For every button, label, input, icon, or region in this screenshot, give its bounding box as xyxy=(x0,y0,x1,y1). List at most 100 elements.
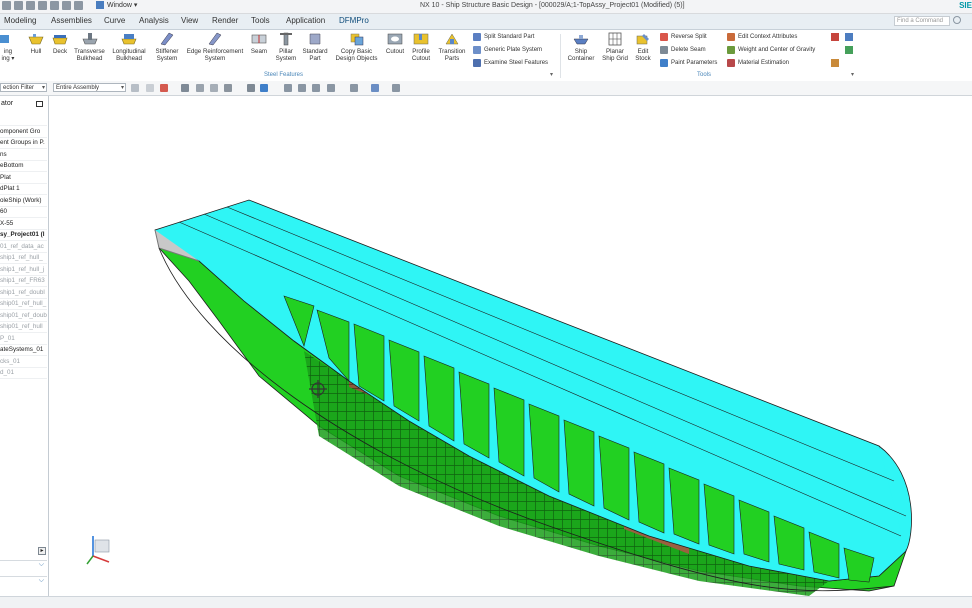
render-style-icon[interactable] xyxy=(350,84,358,92)
steel-features-expand-icon[interactable]: ▾ xyxy=(550,71,553,78)
split-standard-part-button[interactable]: Split Standard Part xyxy=(473,33,534,41)
view-3-icon[interactable] xyxy=(312,84,320,92)
pillar-system-button[interactable]: Pillar System xyxy=(273,32,299,62)
navigator-node[interactable]: sy_Project01 (I xyxy=(0,229,47,241)
examine-steel-features-button[interactable]: Examine Steel Features xyxy=(473,59,548,67)
window-menu[interactable]: Window ▾ xyxy=(96,1,137,10)
planar-ship-grid-button[interactable]: Planar Ship Grid xyxy=(599,32,631,62)
chevron-down-icon[interactable]: ⌵ xyxy=(39,577,44,585)
search-icon[interactable] xyxy=(953,16,961,24)
find-command-input[interactable]: Find a Command xyxy=(894,16,950,26)
paint-parameters-button[interactable]: Paint Parameters xyxy=(660,59,717,67)
edit-context-attributes-button[interactable]: Edit Context Attributes xyxy=(727,33,797,41)
navigator-node[interactable]: ship01_ref_doub xyxy=(0,310,47,322)
navigator-node[interactable]: cks_01 xyxy=(0,356,47,368)
tab-dfmpro[interactable]: DFMPro xyxy=(339,16,369,25)
weight-center-gravity-button[interactable]: Weight and Center of Gravity xyxy=(727,46,815,54)
extra-tool-3-icon[interactable] xyxy=(845,46,853,56)
selection-filter-dropdown[interactable]: ection Filter xyxy=(0,83,47,92)
edge-reinforcement-button[interactable]: Edge Reinforcement System xyxy=(184,32,246,62)
cut-off-command[interactable]: ing ing ▾ xyxy=(0,32,16,62)
navigator-node[interactable]: ateSystems_01 xyxy=(0,344,47,356)
navigator-section-1[interactable]: ⌵ xyxy=(0,560,47,571)
clip-icon[interactable] xyxy=(392,84,400,92)
navigator-node[interactable]: ns xyxy=(0,149,47,161)
navigator-node[interactable]: omponent Gro xyxy=(0,126,47,138)
navigator-node[interactable]: ship1_ref_hull_j xyxy=(0,264,47,276)
delete-seam-button[interactable]: Delete Seam xyxy=(660,46,706,54)
navigator-node[interactable]: Plat xyxy=(0,172,47,184)
snap-3-icon[interactable] xyxy=(210,84,218,92)
sphere-icon[interactable] xyxy=(371,84,379,92)
view-2-icon[interactable] xyxy=(298,84,306,92)
navigator-node[interactable]: ship01_ref_hull xyxy=(0,321,47,333)
scroll-right-icon[interactable]: ▸ xyxy=(38,547,46,555)
tools-expand-icon[interactable]: ▾ xyxy=(851,71,854,78)
undo-icon[interactable] xyxy=(14,1,23,10)
repeat-icon[interactable] xyxy=(74,1,83,10)
navigator-node[interactable]: ship1_ref_hull_ xyxy=(0,252,47,264)
ship-container-button[interactable]: Ship Container xyxy=(565,32,597,62)
tab-assemblies[interactable]: Assemblies xyxy=(51,16,92,25)
extra-tool-2-icon[interactable] xyxy=(845,33,853,43)
navigator-node[interactable] xyxy=(0,114,47,126)
graphics-window[interactable] xyxy=(49,96,972,596)
select-icon[interactable] xyxy=(131,84,139,92)
navigator-node[interactable]: X-55 xyxy=(0,218,47,230)
tab-tools[interactable]: Tools xyxy=(251,16,270,25)
layer-icon[interactable] xyxy=(260,84,268,92)
hull-button[interactable]: Hull xyxy=(26,32,46,55)
cut-icon[interactable] xyxy=(38,1,47,10)
cutout-button[interactable]: Cutout xyxy=(383,32,407,55)
deselect-icon[interactable] xyxy=(146,84,154,92)
copy-basic-design-objects-button[interactable]: Copy Basic Design Objects xyxy=(333,32,380,62)
longitudinal-bulkhead-button[interactable]: Longitudinal Bulkhead xyxy=(109,32,149,62)
view-4-icon[interactable] xyxy=(327,84,335,92)
maximize-icon[interactable] xyxy=(36,101,43,107)
navigator-node[interactable]: ship01_ref_hull_ xyxy=(0,298,47,310)
view-1-icon[interactable] xyxy=(284,84,292,92)
tab-modeling[interactable]: Modeling xyxy=(4,16,36,25)
navigator-node[interactable]: P_01 xyxy=(0,333,47,345)
navigator-section-2[interactable]: ⌵ xyxy=(0,576,47,587)
box-select-icon[interactable] xyxy=(224,84,232,92)
view-triad-icon[interactable] xyxy=(86,536,110,565)
tab-application[interactable]: Application xyxy=(286,16,325,25)
navigator-node[interactable]: ship1_ref_FR63 xyxy=(0,275,47,287)
material-estimation-button[interactable]: Material Estimation xyxy=(727,59,789,67)
navigator-node[interactable]: eBottom xyxy=(0,160,47,172)
tab-view[interactable]: View xyxy=(181,16,198,25)
stiffener-system-button[interactable]: Stiffener System xyxy=(152,32,182,62)
redo-icon[interactable] xyxy=(26,1,35,10)
transition-parts-button[interactable]: Transition Parts xyxy=(436,32,468,62)
navigator-node[interactable]: ent Groups in P. xyxy=(0,137,47,149)
selection-scope-dropdown[interactable]: Entire Assembly xyxy=(53,83,126,92)
tab-analysis[interactable]: Analysis xyxy=(139,16,169,25)
show-hide-icon[interactable] xyxy=(247,84,255,92)
edit-stock-button[interactable]: Edit Stock xyxy=(632,32,654,62)
paste-icon[interactable] xyxy=(62,1,71,10)
extra-tool-1-icon[interactable] xyxy=(831,33,839,43)
save-icon[interactable] xyxy=(2,1,11,10)
tab-render[interactable]: Render xyxy=(212,16,238,25)
reverse-split-button[interactable]: Reverse Split xyxy=(660,33,707,41)
navigator-node[interactable]: d_01 xyxy=(0,367,47,379)
transverse-bulkhead-button[interactable]: Transverse Bulkhead xyxy=(72,32,107,62)
navigator-node[interactable]: oleShip (Work) xyxy=(0,195,47,207)
snap-2-icon[interactable] xyxy=(196,84,204,92)
navigator-node[interactable]: ship1_ref_doubl xyxy=(0,287,47,299)
snap-icon[interactable] xyxy=(181,84,189,92)
seam-button[interactable]: Seam xyxy=(249,32,269,55)
ship-model[interactable] xyxy=(49,96,972,596)
navigator-node[interactable]: 60 xyxy=(0,206,47,218)
chevron-down-icon[interactable]: ⌵ xyxy=(39,561,44,569)
copy-icon[interactable] xyxy=(50,1,59,10)
extra-tool-4-icon[interactable] xyxy=(831,59,839,69)
standard-part-button[interactable]: Standard Part xyxy=(300,32,330,62)
profile-cutout-button[interactable]: Profile Cutout xyxy=(408,32,434,62)
navigator-node[interactable]: dPlat 1 xyxy=(0,183,47,195)
deck-button[interactable]: Deck xyxy=(49,32,71,55)
navigator-node[interactable]: 01_ref_data_ac xyxy=(0,241,47,253)
filter-icon[interactable] xyxy=(160,84,168,92)
generic-plate-system-button[interactable]: Generic Plate System xyxy=(473,46,542,54)
